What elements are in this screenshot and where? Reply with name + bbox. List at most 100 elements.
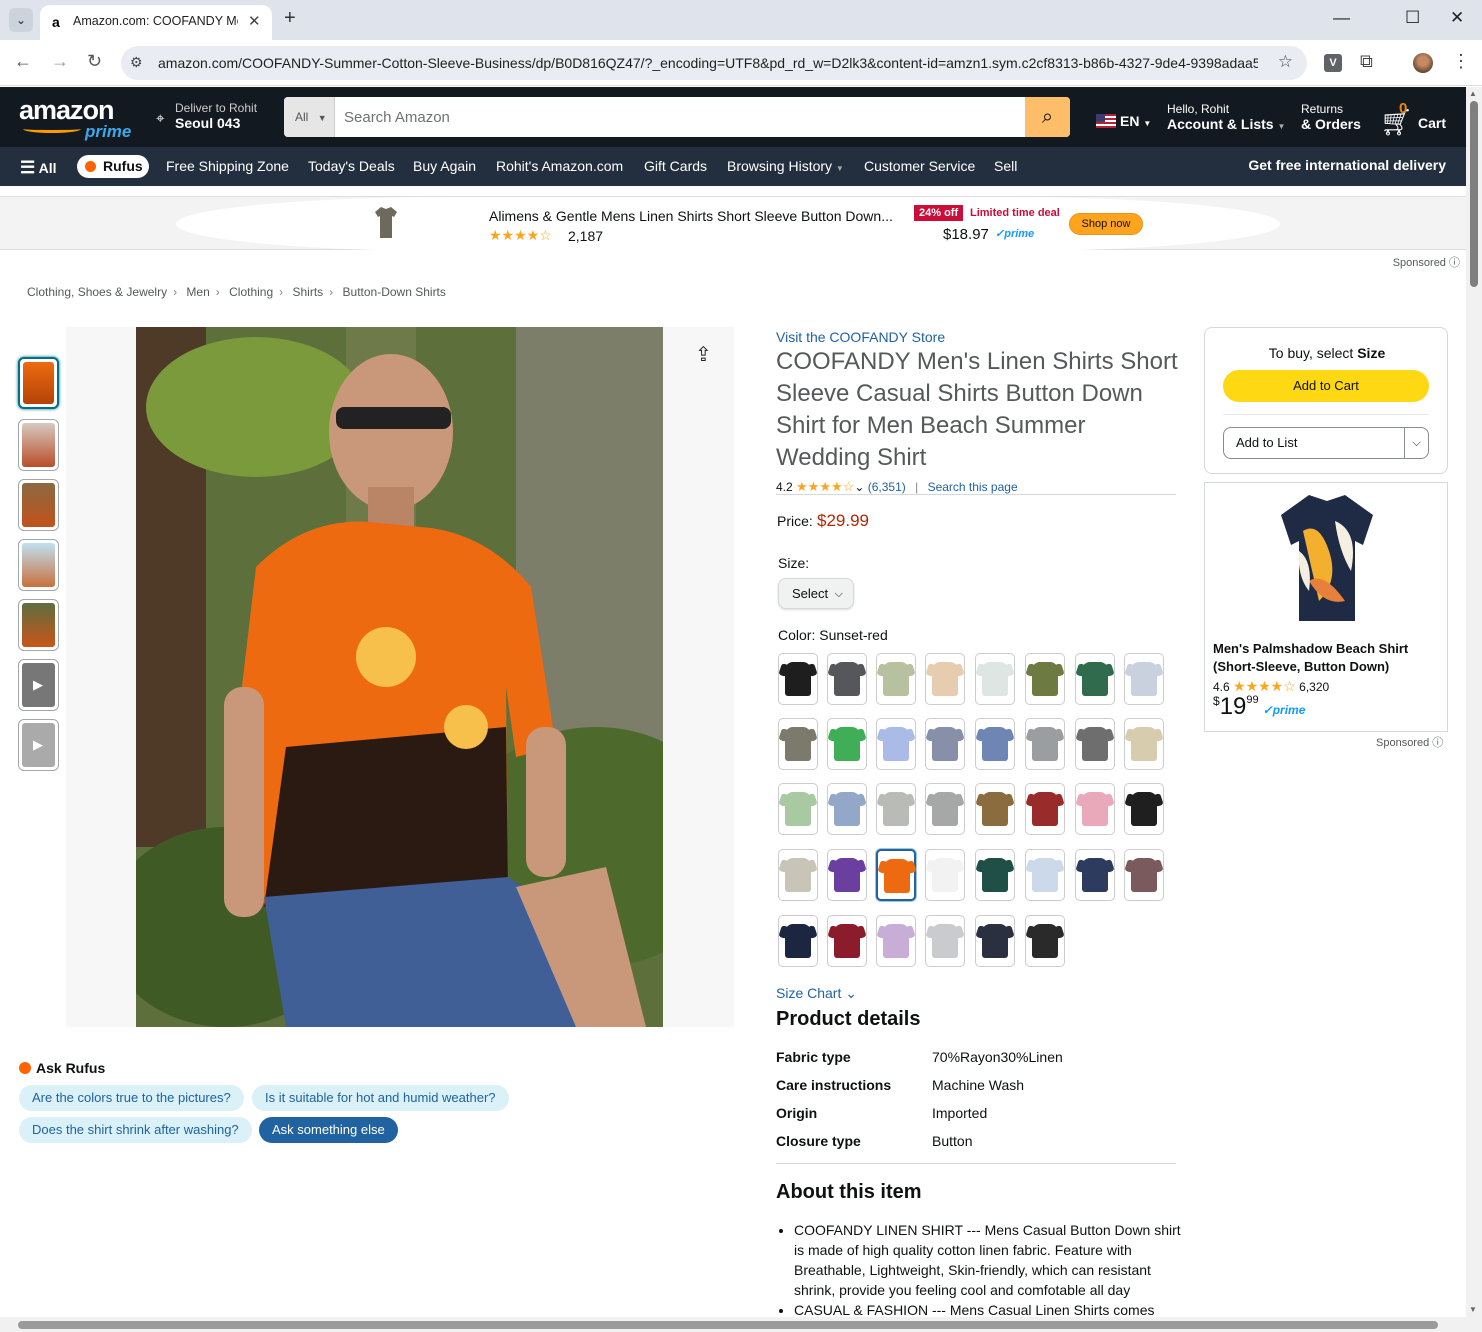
scroll-up-icon[interactable]: ▲ bbox=[1469, 89, 1477, 98]
color-swatch[interactable] bbox=[1075, 783, 1115, 835]
main-product-image[interactable] bbox=[136, 327, 663, 1027]
rufus-question-chip[interactable]: Are the colors true to the pictures? bbox=[19, 1085, 244, 1111]
color-swatch[interactable] bbox=[827, 849, 867, 901]
nav-sell[interactable]: Sell bbox=[994, 158, 1017, 174]
color-swatch[interactable] bbox=[1124, 849, 1164, 901]
breadcrumb-item[interactable]: Button-Down Shirts bbox=[343, 285, 446, 299]
thumbnail-1[interactable] bbox=[18, 357, 59, 409]
us-flag-icon[interactable] bbox=[1096, 114, 1116, 128]
color-swatch[interactable] bbox=[925, 783, 965, 835]
color-swatch[interactable] bbox=[925, 653, 965, 705]
color-swatch[interactable] bbox=[1124, 783, 1164, 835]
rufus-question-chip[interactable]: Does the shirt shrink after washing? bbox=[19, 1117, 252, 1143]
extension-v-icon[interactable]: V bbox=[1324, 54, 1342, 72]
tab-search-dropdown[interactable]: ⌄ bbox=[9, 8, 33, 32]
thumbnail-video-2[interactable]: ▶ bbox=[18, 719, 59, 771]
chevron-down-icon[interactable]: ⌵ bbox=[1404, 428, 1428, 458]
returns-and-orders[interactable]: Returns & Orders bbox=[1301, 102, 1361, 132]
free-international-delivery-link[interactable]: Get free international delivery bbox=[1248, 157, 1446, 173]
search-input[interactable] bbox=[336, 97, 1025, 137]
close-tab-icon[interactable]: ✕ bbox=[248, 12, 261, 30]
back-icon[interactable]: ← bbox=[14, 51, 32, 72]
color-swatch[interactable] bbox=[827, 915, 867, 967]
breadcrumb-item[interactable]: Clothing, Shoes & Jewelry bbox=[27, 285, 167, 299]
color-swatch[interactable] bbox=[1025, 849, 1065, 901]
sponsored-label[interactable]: Sponsored ⓘ bbox=[1393, 254, 1460, 270]
window-close-icon[interactable]: ✕ bbox=[1450, 8, 1464, 28]
sponsored-product-card[interactable]: Men's Palmshadow Beach Shirt (Short-Slee… bbox=[1204, 482, 1448, 732]
color-swatch[interactable] bbox=[1075, 849, 1115, 901]
rufus-question-chip[interactable]: Is it suitable for hot and humid weather… bbox=[252, 1085, 509, 1111]
color-swatch[interactable] bbox=[925, 718, 965, 770]
color-swatch[interactable] bbox=[1025, 915, 1065, 967]
color-swatch[interactable] bbox=[876, 915, 916, 967]
nav-gift-cards[interactable]: Gift Cards bbox=[644, 158, 707, 174]
site-info-icon[interactable]: ⚙ bbox=[130, 54, 143, 71]
browser-menu-icon[interactable]: ⋮ bbox=[1452, 51, 1470, 72]
all-menu-button[interactable]: ☰ All bbox=[20, 158, 57, 178]
breadcrumb-item[interactable]: Shirts bbox=[292, 285, 323, 299]
vertical-scroll-thumb[interactable] bbox=[1470, 101, 1478, 287]
color-swatch[interactable] bbox=[876, 783, 916, 835]
color-swatch[interactable] bbox=[827, 718, 867, 770]
color-swatch[interactable] bbox=[778, 849, 818, 901]
sponsored-label[interactable]: Sponsored ⓘ bbox=[1376, 734, 1443, 750]
color-swatch[interactable] bbox=[975, 783, 1015, 835]
nav-customer-service[interactable]: Customer Service bbox=[864, 158, 975, 174]
new-tab-icon[interactable]: + bbox=[284, 7, 296, 30]
sponsored-product-name[interactable]: Men's Palmshadow Beach Shirt (Short-Slee… bbox=[1213, 640, 1443, 676]
thumbnail-4[interactable] bbox=[18, 539, 59, 591]
horizontal-scrollbar[interactable] bbox=[0, 1317, 1466, 1332]
color-swatch[interactable] bbox=[925, 915, 965, 967]
add-to-list-button[interactable]: Add to List ⌵ bbox=[1223, 427, 1429, 459]
color-swatch[interactable] bbox=[778, 915, 818, 967]
thumbnail-5[interactable] bbox=[18, 599, 59, 651]
extensions-puzzle-icon[interactable]: ⧉ bbox=[1360, 51, 1373, 72]
color-swatch[interactable] bbox=[1025, 653, 1065, 705]
color-swatch[interactable] bbox=[1025, 718, 1065, 770]
size-chart-link[interactable]: Size Chart ⌄ bbox=[776, 985, 857, 1002]
nav-free-shipping-zone[interactable]: Free Shipping Zone bbox=[166, 158, 289, 174]
breadcrumb-item[interactable]: Men bbox=[186, 285, 209, 299]
color-swatch[interactable] bbox=[975, 849, 1015, 901]
forward-icon[interactable]: → bbox=[51, 51, 69, 72]
ask-something-else-button[interactable]: Ask something else bbox=[259, 1117, 398, 1143]
nav-browsing-history[interactable]: Browsing History ▼ bbox=[727, 158, 844, 174]
url-text[interactable]: amazon.com/COOFANDY-Summer-Cotton-Sleeve… bbox=[158, 55, 1258, 71]
add-to-cart-button[interactable]: Add to Cart bbox=[1223, 370, 1429, 402]
chevron-down-icon[interactable]: ⌄ bbox=[854, 480, 864, 494]
review-count-link[interactable]: (6,351) bbox=[868, 480, 906, 494]
color-swatch[interactable] bbox=[975, 653, 1015, 705]
rufus-button[interactable]: Rufus bbox=[77, 155, 149, 178]
color-swatch[interactable] bbox=[975, 718, 1015, 770]
nav-buy-again[interactable]: Buy Again bbox=[413, 158, 476, 174]
search-this-page-link[interactable]: Search this page bbox=[928, 480, 1018, 494]
color-swatch[interactable] bbox=[1124, 718, 1164, 770]
nav-todays-deals[interactable]: Today's Deals bbox=[308, 158, 395, 174]
search-submit-button[interactable]: ⌕ bbox=[1025, 97, 1070, 137]
bookmark-star-icon[interactable]: ☆ bbox=[1278, 52, 1293, 72]
thumbnail-video-1[interactable]: ▶ bbox=[18, 659, 59, 711]
thumbnail-2[interactable] bbox=[18, 419, 59, 471]
rating-stars-icon[interactable]: ★★★★☆ bbox=[796, 479, 854, 494]
color-swatch[interactable] bbox=[876, 849, 916, 901]
color-swatch[interactable] bbox=[1075, 653, 1115, 705]
breadcrumb-item[interactable]: Clothing bbox=[229, 285, 273, 299]
reload-icon[interactable]: ↻ bbox=[87, 51, 102, 72]
profile-avatar[interactable] bbox=[1413, 53, 1433, 73]
ad-title[interactable]: Alimens & Gentle Mens Linen Shirts Short… bbox=[489, 208, 893, 224]
sponsored-banner[interactable]: Alimens & Gentle Mens Linen Shirts Short… bbox=[0, 196, 1466, 251]
shop-now-button[interactable]: Shop now bbox=[1069, 213, 1143, 235]
color-swatch[interactable] bbox=[778, 718, 818, 770]
color-swatch[interactable] bbox=[778, 653, 818, 705]
color-swatch[interactable] bbox=[975, 915, 1015, 967]
address-bar[interactable]: ⚙ amazon.com/COOFANDY-Summer-Cotton-Slee… bbox=[121, 46, 1307, 80]
vertical-scrollbar[interactable]: ▲ ▼ bbox=[1466, 87, 1482, 1332]
color-swatch[interactable] bbox=[778, 783, 818, 835]
maximize-icon[interactable]: ☐ bbox=[1405, 8, 1420, 28]
account-and-lists[interactable]: Hello, Rohit Account & Lists ▼ bbox=[1167, 102, 1285, 132]
search-category-dropdown[interactable]: All ▼ bbox=[284, 97, 335, 137]
scroll-down-icon[interactable]: ▼ bbox=[1469, 1305, 1477, 1314]
color-swatch[interactable] bbox=[1025, 783, 1065, 835]
horizontal-scroll-thumb[interactable] bbox=[18, 1321, 1438, 1329]
